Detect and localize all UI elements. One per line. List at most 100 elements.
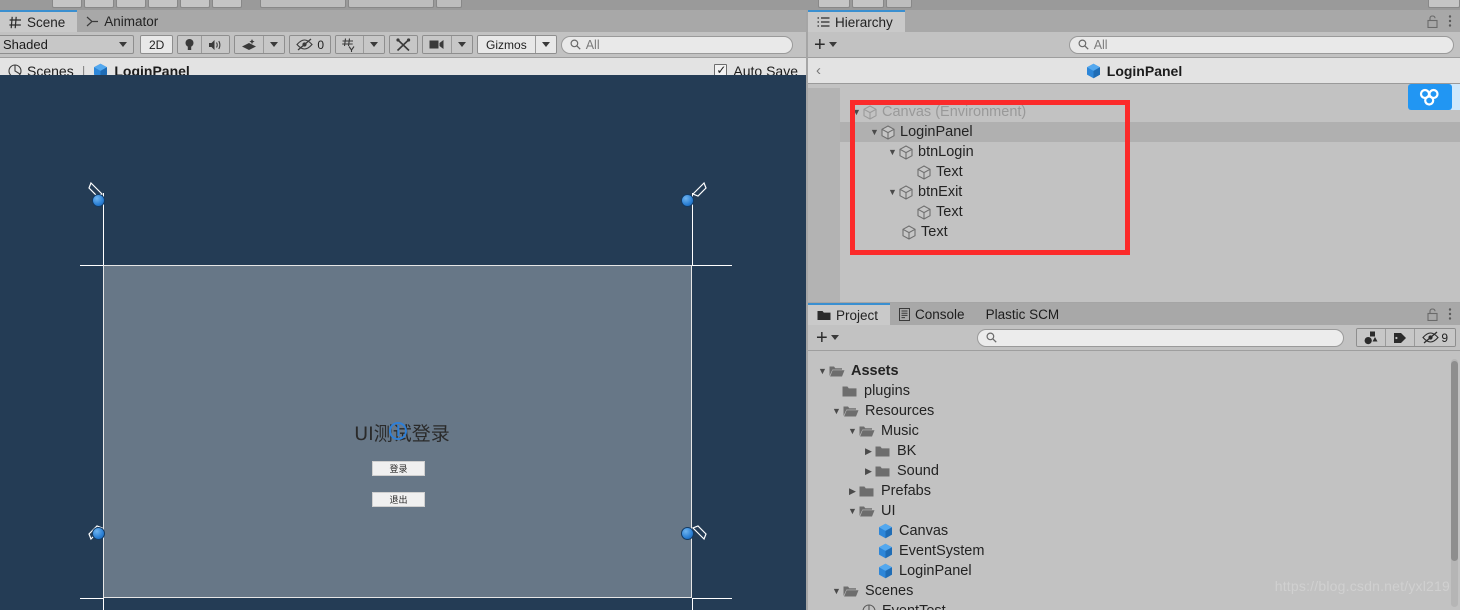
project-row-bk[interactable]: ▶ BK bbox=[808, 441, 1460, 461]
hierarchy-add-button[interactable]: + bbox=[814, 35, 837, 55]
twisty-collapsed-icon[interactable]: ▶ bbox=[862, 446, 875, 457]
camera-toggle[interactable] bbox=[423, 36, 453, 53]
hierarchy-row-text-login[interactable]: Text bbox=[840, 162, 1460, 182]
toolbar-button[interactable] bbox=[818, 0, 850, 8]
project-add-button[interactable]: + bbox=[816, 328, 839, 348]
scene-btn-exit[interactable]: 退出 bbox=[372, 492, 425, 507]
toolbar-button[interactable] bbox=[1428, 0, 1460, 8]
tools-toggle[interactable] bbox=[390, 36, 418, 53]
resize-handle-top-right[interactable] bbox=[681, 194, 694, 207]
filter-type-button[interactable] bbox=[1357, 329, 1387, 346]
toolbar-button[interactable] bbox=[148, 0, 178, 8]
camera-dropdown[interactable] bbox=[452, 36, 473, 53]
hierarchy-row-btnlogin[interactable]: ▼ btnLogin bbox=[840, 142, 1460, 162]
project-row-resources[interactable]: ▼ Resources bbox=[808, 401, 1460, 421]
twisty-expanded-icon[interactable]: ▼ bbox=[886, 147, 899, 157]
hierarchy-row-canvas[interactable]: ▼ Canvas (Environment) bbox=[840, 102, 1460, 122]
toolbar-dropdown[interactable] bbox=[260, 0, 346, 8]
resize-handle-bottom-right[interactable] bbox=[681, 527, 694, 540]
tab-project[interactable]: Project bbox=[808, 303, 891, 325]
effects-toggle[interactable] bbox=[235, 36, 265, 53]
hierarchy-row-text-panel[interactable]: Text bbox=[840, 222, 1460, 242]
kebab-menu-icon[interactable] bbox=[1448, 14, 1452, 28]
toolbar-dropdown[interactable] bbox=[348, 0, 434, 8]
project-row-eventtest[interactable]: EventTest bbox=[808, 601, 1460, 610]
project-row-music[interactable]: ▼ Music bbox=[808, 421, 1460, 441]
folder-icon bbox=[859, 485, 875, 498]
hierarchy-tree[interactable]: ▼ Canvas (Environment) ▼ LoginPanel ▼ bt… bbox=[808, 88, 1460, 302]
gameobject-cube-icon bbox=[899, 144, 913, 160]
lighting-toggle[interactable] bbox=[178, 36, 203, 53]
unity-collab-icon[interactable] bbox=[1408, 84, 1452, 110]
hidden-objects-toggle[interactable]: 0 bbox=[290, 36, 331, 53]
twisty-expanded-icon[interactable]: ▼ bbox=[850, 107, 863, 117]
project-scrollbar-thumb[interactable] bbox=[1451, 361, 1458, 561]
toolbar-button[interactable] bbox=[84, 0, 114, 8]
animator-icon bbox=[86, 15, 99, 28]
project-search-input[interactable] bbox=[976, 328, 1345, 347]
gizmos-dropdown[interactable] bbox=[535, 36, 556, 53]
toolbar-button[interactable] bbox=[180, 0, 210, 8]
twisty-expanded-icon[interactable]: ▼ bbox=[830, 586, 843, 596]
scene-viewport[interactable]: UI测试登录 登录 退出 bbox=[0, 75, 806, 610]
twisty-expanded-icon[interactable]: ▼ bbox=[868, 127, 881, 137]
tab-console[interactable]: Console bbox=[890, 303, 977, 325]
resize-handle-top-left[interactable] bbox=[92, 194, 105, 207]
tab-scene[interactable]: Scene bbox=[0, 10, 78, 32]
main-toolbar-strip bbox=[0, 0, 1460, 10]
chevron-left-icon[interactable]: ‹ bbox=[816, 62, 821, 79]
folder-icon bbox=[817, 309, 831, 321]
tab-animator[interactable]: Animator bbox=[77, 10, 170, 32]
toolbar-button[interactable] bbox=[116, 0, 146, 8]
project-row-sound[interactable]: ▶ Sound bbox=[808, 461, 1460, 481]
toolbar-button[interactable] bbox=[886, 0, 912, 8]
tab-hierarchy[interactable]: Hierarchy bbox=[808, 10, 905, 32]
twisty-expanded-icon[interactable]: ▼ bbox=[816, 366, 829, 376]
hierarchy-search-input[interactable]: All bbox=[1068, 35, 1454, 54]
selection-guide bbox=[103, 598, 104, 610]
project-row-prefabs[interactable]: ▶ Prefabs bbox=[808, 481, 1460, 501]
kebab-menu-icon[interactable] bbox=[1448, 307, 1452, 321]
lock-icon[interactable] bbox=[1427, 14, 1438, 28]
grid-snap-toggle[interactable] bbox=[336, 36, 365, 53]
effects-dropdown[interactable] bbox=[264, 36, 285, 53]
gizmos-button[interactable]: Gizmos bbox=[478, 36, 536, 53]
toolbar-button[interactable] bbox=[212, 0, 242, 8]
toggle-2d[interactable]: 2D bbox=[141, 36, 173, 53]
twisty-expanded-icon[interactable]: ▼ bbox=[830, 406, 843, 416]
audio-toggle[interactable] bbox=[202, 36, 230, 53]
search-icon bbox=[570, 39, 581, 50]
project-row-eventsystem[interactable]: EventSystem bbox=[808, 541, 1460, 561]
toolbar-button[interactable] bbox=[852, 0, 884, 8]
project-tree[interactable]: ▼ Assets plugins ▼ Resources ▼ Music ▶ B… bbox=[808, 355, 1460, 610]
hidden-assets-button[interactable]: 9 bbox=[1415, 329, 1455, 346]
hierarchy-row-loginpanel[interactable]: ▼ LoginPanel bbox=[840, 122, 1460, 142]
tools-group bbox=[389, 35, 419, 54]
twisty-expanded-icon[interactable]: ▼ bbox=[846, 506, 859, 516]
hierarchy-breadcrumb-title[interactable]: LoginPanel bbox=[1086, 63, 1182, 79]
filter-label-button[interactable] bbox=[1386, 329, 1416, 346]
camera-group bbox=[422, 35, 474, 54]
lock-icon[interactable] bbox=[1427, 307, 1438, 321]
toolbar-button[interactable] bbox=[436, 0, 462, 8]
project-row-plugins[interactable]: plugins bbox=[808, 381, 1460, 401]
watermark-text: https://blog.csdn.net/yxl219 bbox=[1274, 578, 1450, 594]
resize-handle-bottom-left[interactable] bbox=[92, 527, 105, 540]
twisty-expanded-icon[interactable]: ▼ bbox=[886, 187, 899, 197]
scene-btn-login[interactable]: 登录 bbox=[372, 461, 425, 476]
twisty-expanded-icon[interactable]: ▼ bbox=[846, 426, 859, 436]
twisty-collapsed-icon[interactable]: ▶ bbox=[862, 466, 875, 477]
hierarchy-row-btnexit[interactable]: ▼ btnExit bbox=[840, 182, 1460, 202]
draw-mode-dropdown[interactable]: Shaded bbox=[0, 35, 134, 54]
project-row-ui[interactable]: ▼ UI bbox=[808, 501, 1460, 521]
camera-icon bbox=[429, 39, 445, 50]
scene-search-input[interactable]: All bbox=[560, 35, 793, 54]
project-row-canvas[interactable]: Canvas bbox=[808, 521, 1460, 541]
tab-plastic-scm[interactable]: Plastic SCM bbox=[977, 303, 1072, 325]
grid-snap-dropdown[interactable] bbox=[364, 36, 385, 53]
project-row-assets[interactable]: ▼ Assets bbox=[808, 361, 1460, 381]
hierarchy-row-text-exit[interactable]: Text bbox=[840, 202, 1460, 222]
hierarchy-list-icon bbox=[817, 16, 830, 28]
twisty-collapsed-icon[interactable]: ▶ bbox=[846, 486, 859, 497]
toolbar-button[interactable] bbox=[52, 0, 82, 8]
